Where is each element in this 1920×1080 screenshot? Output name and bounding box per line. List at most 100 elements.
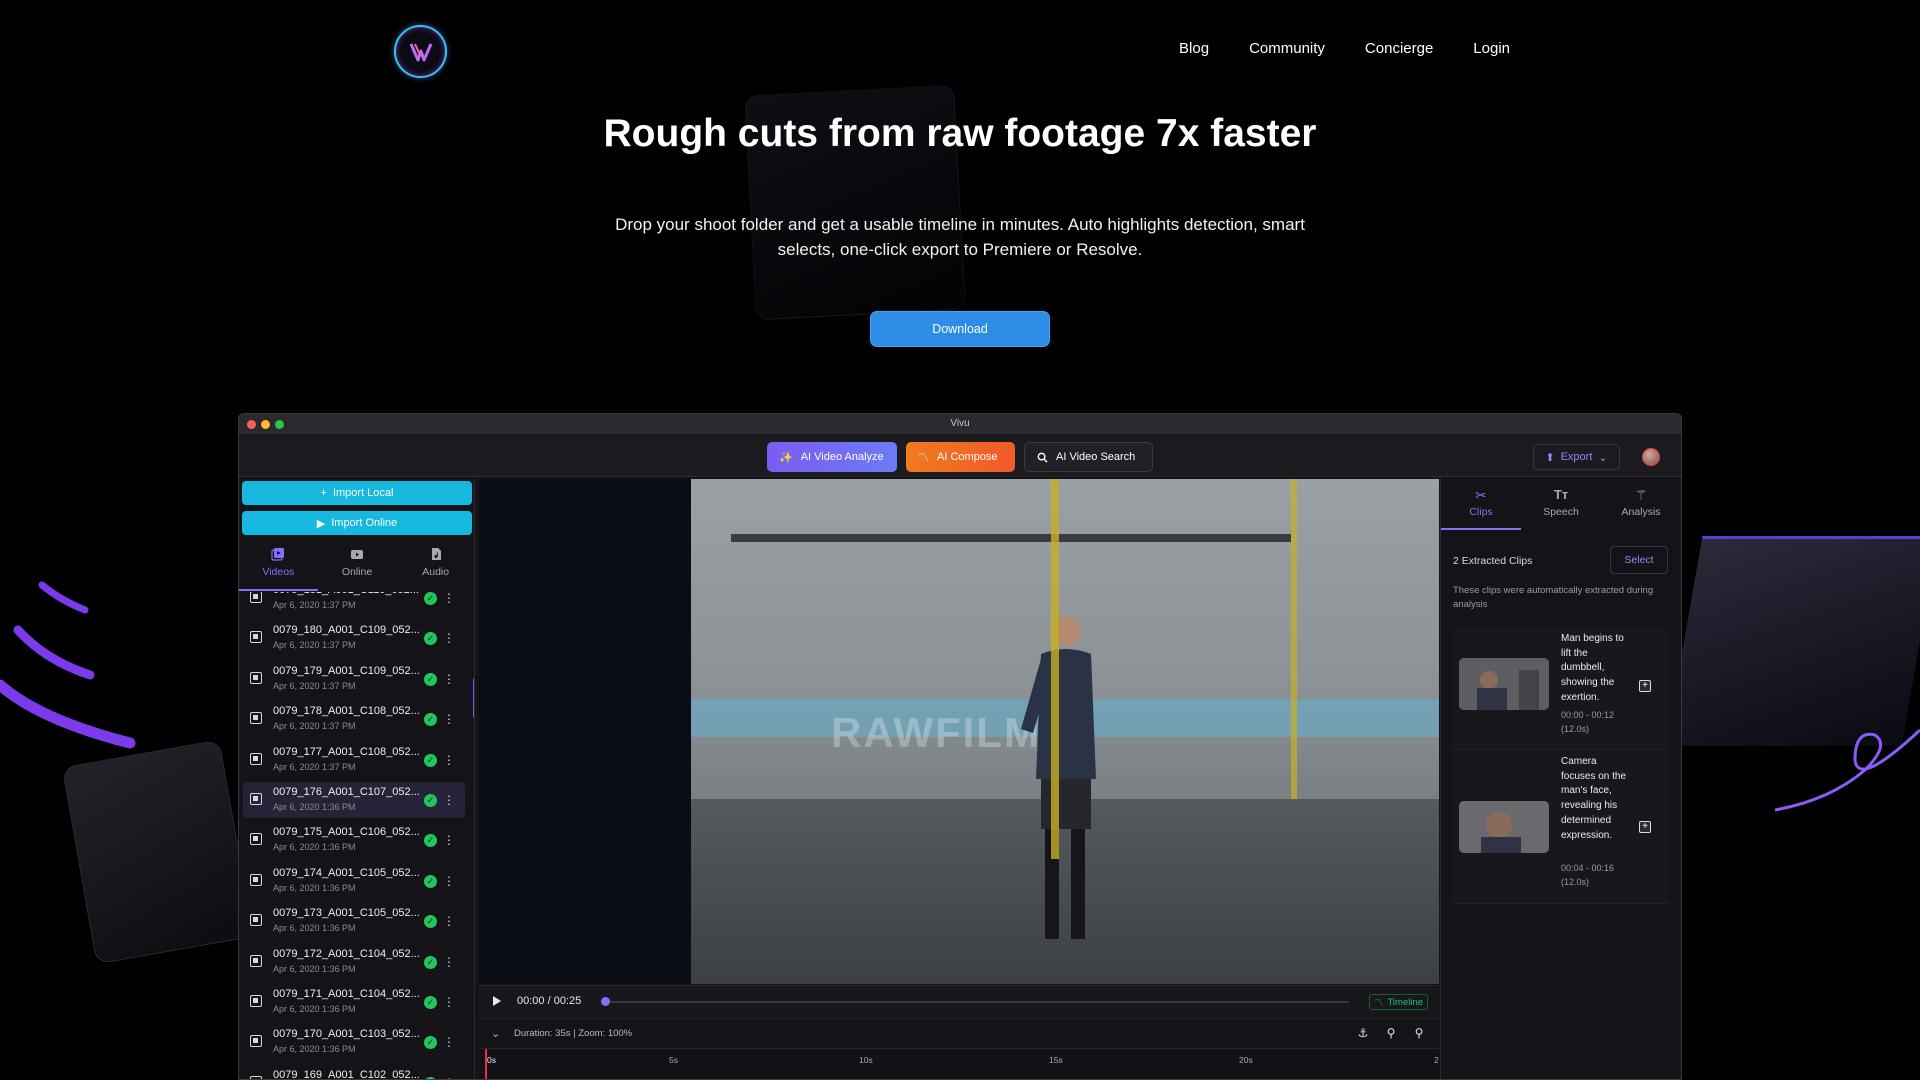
tab-speech[interactable]: Tт Speech bbox=[1521, 478, 1601, 530]
list-item[interactable]: 0079_176_A001_C107_052... Apr 6, 2020 1:3… bbox=[243, 782, 465, 818]
import-local-button[interactable]: + Import Local bbox=[242, 481, 472, 505]
ai-compose-button[interactable]: 〽 AI Compose bbox=[906, 442, 1015, 472]
plus-icon: + bbox=[320, 487, 327, 499]
ai-video-analyze-label: AI Video Analyze bbox=[800, 451, 884, 463]
video-frame: RAWFILM bbox=[691, 479, 1439, 984]
text-icon: Tт bbox=[1553, 487, 1569, 502]
video-library-icon bbox=[271, 548, 285, 561]
background-device-left bbox=[61, 739, 255, 965]
panel-tabs: ✂ Clips Tт Speech ⚚ Analysis bbox=[1441, 478, 1681, 530]
select-button[interactable]: Select bbox=[1610, 546, 1668, 574]
logo-mark-icon bbox=[409, 42, 432, 61]
tab-analysis[interactable]: ⚚ Analysis bbox=[1601, 478, 1681, 530]
purple-loop-right bbox=[1774, 728, 1920, 812]
more-vertical-icon[interactable]: ⋮ bbox=[443, 792, 455, 808]
clip-card[interactable]: Camera focuses on the man's face, reveal… bbox=[1453, 751, 1668, 904]
more-vertical-icon[interactable]: ⋮ bbox=[443, 994, 455, 1010]
youtube-icon: ▶ bbox=[316, 517, 326, 530]
vivu-logo[interactable] bbox=[394, 25, 447, 78]
video-date: Apr 6, 2020 1:36 PM bbox=[273, 882, 356, 893]
video-list-scrollbar[interactable] bbox=[473, 678, 474, 718]
list-item[interactable]: 0079_181_A001_C110_052... Apr 6, 2020 1:3… bbox=[243, 592, 465, 616]
more-vertical-icon[interactable]: ⋮ bbox=[443, 913, 455, 929]
list-item[interactable]: 0079_174_A001_C105_052... Apr 6, 2020 1:3… bbox=[243, 863, 465, 899]
list-item[interactable]: 0079_173_A001_C105_052... Apr 6, 2020 1:3… bbox=[243, 903, 465, 939]
video-date: Apr 6, 2020 1:36 PM bbox=[273, 802, 356, 812]
more-vertical-icon[interactable]: ⋮ bbox=[443, 630, 455, 646]
video-file-icon bbox=[250, 1035, 262, 1048]
tab-speech-label: Speech bbox=[1543, 506, 1579, 518]
download-button[interactable]: Download bbox=[870, 311, 1050, 347]
user-avatar[interactable] bbox=[1642, 448, 1660, 466]
video-file-icon bbox=[250, 873, 262, 886]
tab-online[interactable]: Online bbox=[318, 543, 397, 591]
video-date: Apr 6, 2020 1:37 PM bbox=[273, 640, 356, 651]
list-item[interactable]: 0079_180_A001_C109_052... Apr 6, 2020 1:3… bbox=[243, 620, 465, 656]
wall-rack bbox=[731, 534, 1291, 542]
toolbar: ✨ AI Video Analyze 〽 AI Compose AI Video… bbox=[239, 435, 1681, 477]
list-item[interactable]: 0079_170_A001_C103_052... Apr 6, 2020 1:3… bbox=[243, 1024, 465, 1060]
nav-community[interactable]: Community bbox=[1249, 40, 1325, 57]
list-item[interactable]: 0079_172_A001_C104_052... Apr 6, 2020 1:3… bbox=[243, 944, 465, 980]
magnet-icon[interactable]: ⚓ bbox=[1355, 1025, 1371, 1041]
timeline-toggle-button[interactable]: 〽 Timeline bbox=[1369, 994, 1428, 1010]
list-item[interactable]: 0079_178_A001_C108_052... Apr 6, 2020 1:3… bbox=[243, 701, 465, 737]
more-vertical-icon[interactable]: ⋮ bbox=[443, 711, 455, 727]
video-haze bbox=[479, 479, 639, 984]
tab-videos[interactable]: Videos bbox=[239, 543, 318, 591]
list-item[interactable]: 0079_179_A001_C109_052... Apr 6, 2020 1:3… bbox=[243, 661, 465, 697]
more-vertical-icon[interactable]: ⋮ bbox=[443, 592, 455, 606]
video-file-icon bbox=[250, 995, 262, 1007]
chevron-down-icon[interactable]: ⌄ bbox=[491, 1027, 500, 1040]
video-file-icon bbox=[250, 954, 262, 967]
video-preview[interactable]: RAWFILM bbox=[479, 479, 1439, 984]
more-vertical-icon[interactable]: ⋮ bbox=[443, 873, 455, 889]
timeline-ruler[interactable]: 0s 5s 10s 15s 20s 2 bbox=[479, 1048, 1439, 1079]
list-item[interactable]: 0079_177_A001_C108_052... Apr 6, 2020 1:3… bbox=[243, 742, 465, 778]
more-vertical-icon[interactable]: ⋮ bbox=[443, 832, 455, 848]
list-item[interactable]: 0079_169_A001_C102_052...Apr 6, 2020 1:3… bbox=[243, 1065, 465, 1079]
more-vertical-icon[interactable]: ⋮ bbox=[443, 1075, 455, 1079]
more-vertical-icon[interactable]: ⋮ bbox=[443, 1034, 455, 1050]
ai-video-search-button[interactable]: AI Video Search bbox=[1024, 442, 1153, 472]
add-clip-button[interactable]: + bbox=[1639, 821, 1651, 833]
play-icon[interactable] bbox=[493, 996, 501, 1006]
nav-concierge[interactable]: Concierge bbox=[1365, 40, 1433, 57]
tab-audio[interactable]: Audio bbox=[396, 543, 474, 591]
tab-clips-label: Clips bbox=[1469, 506, 1493, 518]
export-icon: ⬆ bbox=[1545, 451, 1555, 464]
tab-videos-label: Videos bbox=[262, 566, 295, 578]
list-item[interactable]: 0079_175_A001_C106_052... Apr 6, 2020 1:3… bbox=[243, 822, 465, 858]
more-vertical-icon[interactable]: ⋮ bbox=[443, 752, 455, 768]
clip-card[interactable]: Man begins to lift the dumbbell, showing… bbox=[1453, 628, 1668, 750]
zoom-in-icon[interactable]: ⚲ bbox=[1411, 1025, 1427, 1041]
media-tabs: Videos Online Audio bbox=[239, 543, 474, 591]
more-vertical-icon[interactable]: ⋮ bbox=[443, 671, 455, 687]
extracted-note: These clips were automatically extracted… bbox=[1453, 585, 1654, 610]
add-clip-button[interactable]: + bbox=[1639, 680, 1651, 692]
zoom-out-icon[interactable]: ⚲ bbox=[1383, 1025, 1399, 1041]
video-name: 0079_181_A001_C110_052... bbox=[273, 592, 419, 596]
more-vertical-icon[interactable]: ⋮ bbox=[443, 954, 455, 970]
video-file-icon bbox=[250, 631, 262, 644]
export-button[interactable]: ⬆ Export ⌄ bbox=[1533, 444, 1620, 470]
trend-icon: 〽 bbox=[1373, 998, 1384, 1009]
nav-login[interactable]: Login bbox=[1473, 40, 1510, 57]
top-nav: Blog Community Concierge Login bbox=[1179, 40, 1510, 57]
ruler-tick: 10s bbox=[859, 1055, 873, 1065]
import-local-label: Import Local bbox=[332, 487, 394, 499]
list-item[interactable]: 0079_171_A001_C104_052... Apr 6, 2020 1:3… bbox=[243, 984, 465, 1020]
video-date: Apr 6, 2020 1:36 PM bbox=[273, 963, 356, 974]
clip-time: 00:00 - 00:12 (12.0s) bbox=[1561, 710, 1615, 734]
tab-clips[interactable]: ✂ Clips bbox=[1441, 478, 1521, 530]
ai-video-analyze-button[interactable]: ✨ AI Video Analyze bbox=[767, 442, 897, 472]
timeline-info: Duration: 35s | Zoom: 100% bbox=[514, 1028, 633, 1039]
scrub-handle[interactable] bbox=[601, 997, 610, 1006]
check-circle-icon: ✓ bbox=[424, 632, 437, 646]
video-date: Apr 6, 2020 1:37 PM bbox=[273, 600, 356, 610]
scrub-track[interactable] bbox=[604, 1001, 1349, 1003]
import-online-button[interactable]: ▶ Import Online bbox=[242, 511, 472, 535]
video-name: 0079_171_A001_C104_052... bbox=[273, 988, 420, 1000]
nav-blog[interactable]: Blog bbox=[1179, 40, 1209, 57]
video-file-icon bbox=[250, 1075, 262, 1079]
